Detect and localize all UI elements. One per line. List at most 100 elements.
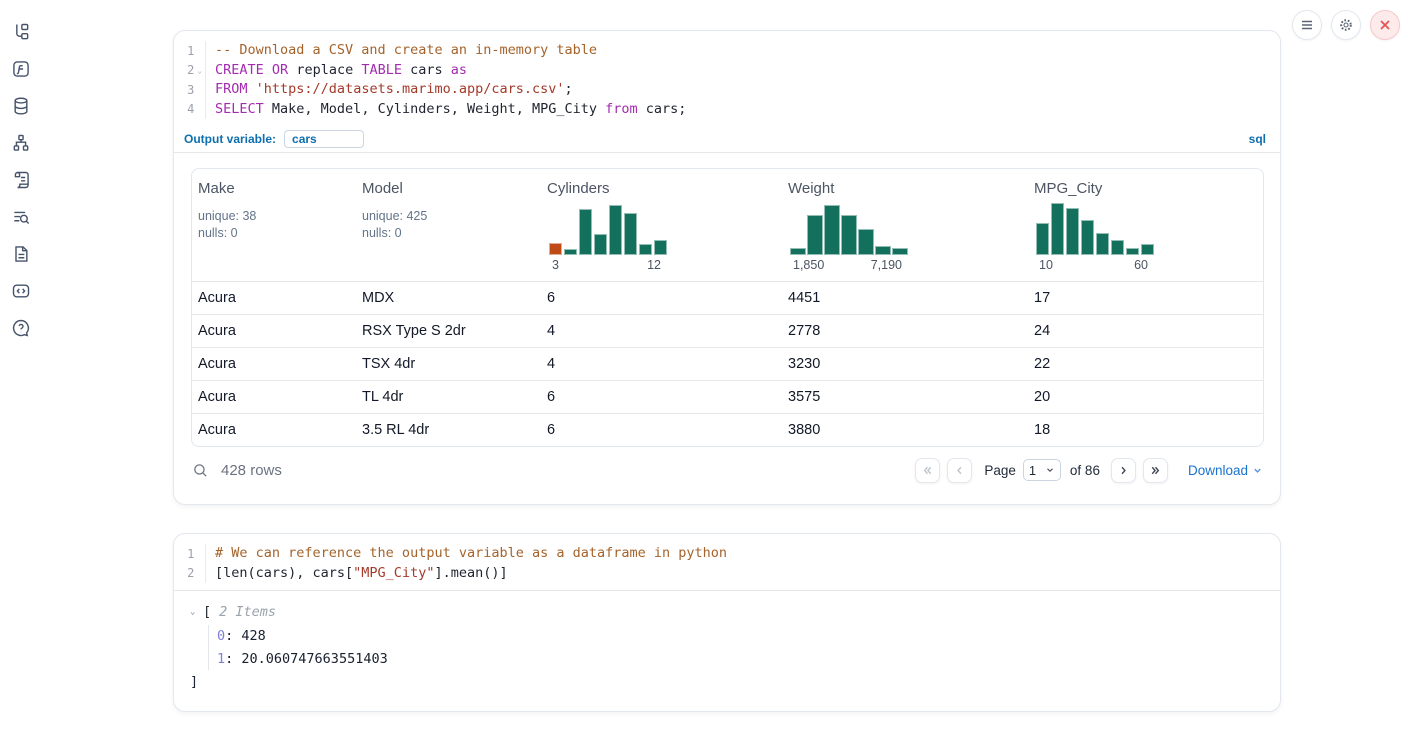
table-body: AcuraMDX6445117AcuraRSX Type S 2dr427782… — [192, 281, 1263, 446]
code-line[interactable]: SELECT Make, Model, Cylinders, Weight, M… — [215, 100, 1280, 120]
table-cell: Acura — [192, 389, 356, 405]
search-icon[interactable] — [192, 462, 209, 479]
table-cell: Acura — [192, 356, 356, 372]
chevrons-right-icon — [1149, 464, 1162, 477]
table-cell: 3230 — [782, 356, 1028, 372]
download-button[interactable]: Download — [1188, 463, 1263, 478]
table-cell: RSX Type S 2dr — [356, 323, 541, 339]
code-line[interactable]: CREATE OR replace TABLE cars as — [215, 61, 1280, 81]
prev-page-button[interactable] — [947, 458, 972, 483]
logs-icon[interactable] — [10, 206, 32, 228]
line-number: 4 — [174, 102, 194, 116]
variables-icon[interactable] — [10, 58, 32, 80]
output-variable-input[interactable] — [284, 130, 364, 148]
sql-code-editor[interactable]: 12⌄34 -- Download a CSV and create an in… — [174, 31, 1280, 126]
table-row[interactable]: AcuraMDX6445117 — [192, 281, 1263, 314]
code-lines[interactable]: # We can reference the output variable a… — [206, 544, 1280, 583]
next-page-button[interactable] — [1111, 458, 1136, 483]
dependency-graph-icon[interactable] — [10, 132, 32, 154]
column-header[interactable]: Modelunique: 425nulls: 0 — [356, 180, 541, 272]
chevron-down-icon — [1252, 465, 1263, 476]
table-cell: 17 — [1028, 290, 1263, 306]
settings-button[interactable] — [1331, 10, 1361, 40]
help-icon[interactable] — [10, 317, 32, 339]
column-header[interactable]: Makeunique: 38nulls: 0 — [192, 180, 356, 272]
code-line[interactable]: FROM 'https://datasets.marimo.app/cars.c… — [215, 80, 1280, 100]
chevron-right-icon — [1117, 464, 1130, 477]
sidebar — [10, 21, 32, 339]
column-histogram[interactable]: 1,8507,190 — [790, 203, 908, 272]
histogram-bar — [1141, 244, 1154, 255]
collapse-chevron-icon[interactable]: ⌄ — [190, 607, 203, 617]
hist-min-label: 10 — [1039, 258, 1053, 272]
code-line[interactable]: -- Download a CSV and create an in-memor… — [215, 41, 1280, 61]
close-bracket: ] — [190, 674, 1280, 690]
column-header[interactable]: Cylinders312 — [541, 180, 782, 272]
chevrons-left-icon — [921, 464, 934, 477]
output-variable-label: Output variable: — [184, 132, 276, 146]
line-number: 2 — [174, 566, 194, 580]
table-cell: TSX 4dr — [356, 356, 541, 372]
column-histogram[interactable]: 312 — [549, 203, 667, 272]
table-row[interactable]: AcuraTL 4dr6357520 — [192, 380, 1263, 413]
histogram-bar — [824, 205, 840, 255]
last-page-button[interactable] — [1143, 458, 1168, 483]
snippets-icon[interactable] — [10, 280, 32, 302]
page-label: Page — [984, 463, 1016, 478]
code-line[interactable]: [len(cars), cars["MPG_City"].mean()] — [215, 564, 1280, 584]
code-lines[interactable]: -- Download a CSV and create an in-memor… — [206, 41, 1280, 119]
item-value: 428 — [241, 628, 265, 644]
histogram-bar — [1111, 240, 1124, 255]
item-index: 0 — [217, 628, 225, 644]
menu-button[interactable] — [1292, 10, 1322, 40]
column-header[interactable]: MPG_City1060 — [1028, 180, 1263, 272]
scratchpad-icon[interactable] — [10, 169, 32, 191]
hist-max-label: 12 — [647, 258, 661, 272]
line-number: 1 — [174, 547, 194, 561]
download-label: Download — [1188, 463, 1248, 478]
language-tag[interactable]: sql — [1249, 132, 1266, 146]
table-row[interactable]: AcuraRSX Type S 2dr4277824 — [192, 314, 1263, 347]
histogram-bar — [1081, 220, 1094, 255]
datasources-icon[interactable] — [10, 95, 32, 117]
tree-body: 0: 428 1: 20.060747663551403 — [208, 625, 1280, 670]
histogram-bar — [841, 215, 857, 255]
shutdown-button[interactable] — [1370, 10, 1400, 40]
table-cell: 3.5 RL 4dr — [356, 422, 541, 438]
histogram-bar — [1096, 233, 1109, 255]
histogram-bar — [1036, 223, 1049, 255]
page-number-value: 1 — [1029, 463, 1036, 478]
column-header[interactable]: Weight1,8507,190 — [782, 180, 1028, 272]
sql-cell: 12⌄34 -- Download a CSV and create an in… — [173, 30, 1281, 505]
page-total-label: of 86 — [1070, 463, 1100, 478]
table-cell: 18 — [1028, 422, 1263, 438]
table-cell: Acura — [192, 290, 356, 306]
column-histogram[interactable]: 1060 — [1036, 203, 1154, 272]
table-cell: Acura — [192, 323, 356, 339]
first-page-button[interactable] — [915, 458, 940, 483]
histogram-bar — [549, 243, 562, 255]
close-icon — [1379, 19, 1391, 31]
histogram-bar — [1126, 248, 1139, 255]
table-row[interactable]: Acura3.5 RL 4dr6388018 — [192, 413, 1263, 446]
chevron-left-icon — [953, 464, 966, 477]
cell-footer: Output variable: sql — [174, 126, 1280, 153]
hist-max-label: 7,190 — [871, 258, 902, 272]
histogram-bar — [639, 244, 652, 255]
documentation-icon[interactable] — [10, 243, 32, 265]
line-number: 2 — [174, 63, 194, 77]
list-item: 0: 428 — [217, 625, 1280, 648]
histogram-bar — [654, 240, 667, 255]
fold-chevron-icon[interactable]: ⌄ — [194, 66, 205, 75]
file-tree-icon[interactable] — [10, 21, 32, 43]
python-code-editor[interactable]: 1 2 # We can reference the output variabl… — [174, 534, 1280, 591]
hamburger-icon — [1300, 18, 1314, 32]
table-cell: 3880 — [782, 422, 1028, 438]
code-line[interactable]: # We can reference the output variable a… — [215, 544, 1280, 564]
histogram-bar — [892, 248, 908, 255]
page-number-select[interactable]: 1 — [1023, 459, 1061, 481]
table-row[interactable]: AcuraTSX 4dr4323022 — [192, 347, 1263, 380]
data-table: Makeunique: 38nulls: 0Modelunique: 425nu… — [191, 168, 1264, 447]
gear-icon — [1338, 17, 1354, 33]
histogram-bar — [609, 205, 622, 255]
